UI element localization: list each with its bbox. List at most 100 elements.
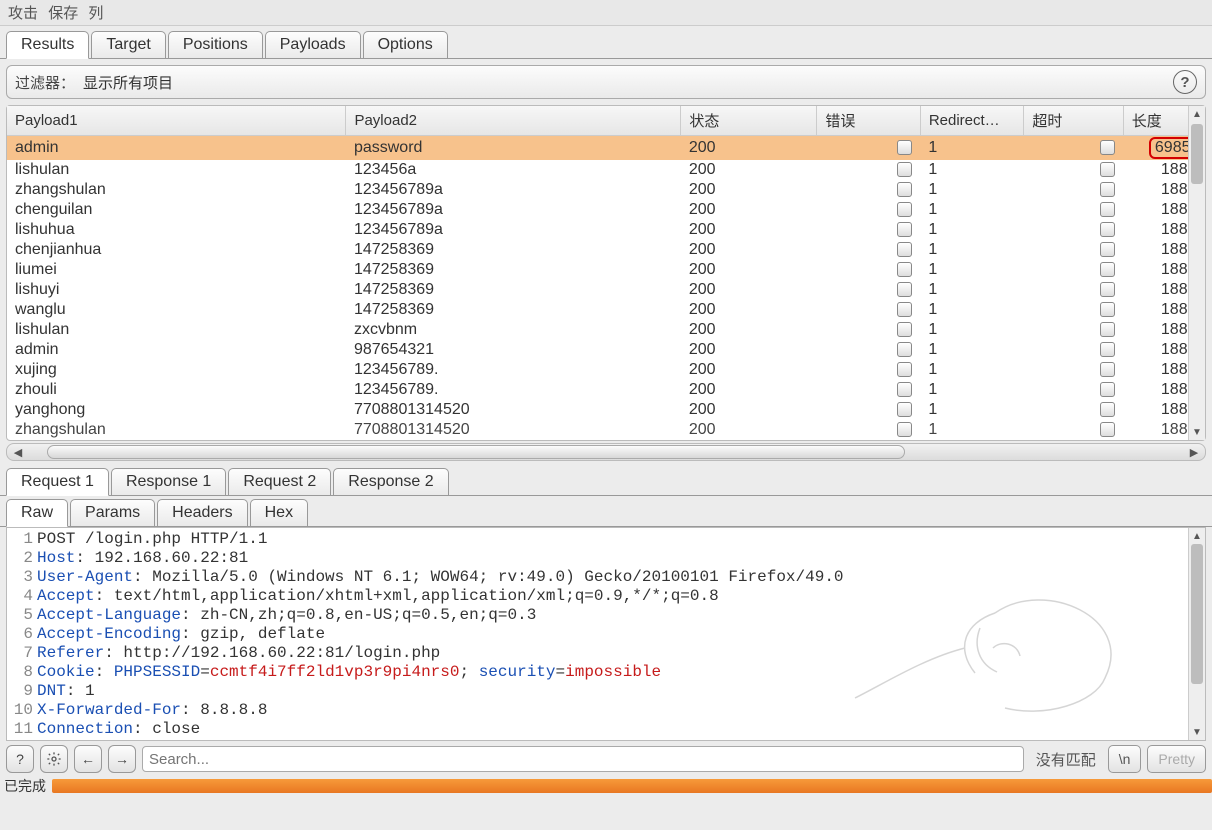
error-checkbox: [897, 162, 912, 177]
timeout-checkbox: [1100, 262, 1115, 277]
tab-hex[interactable]: Hex: [250, 499, 308, 526]
table-vscroll[interactable]: ▲ ▼: [1188, 106, 1205, 440]
col-status[interactable]: 状态: [681, 106, 817, 136]
timeout-checkbox: [1100, 322, 1115, 337]
table-row[interactable]: zhangshulan123456789a20011882: [7, 180, 1205, 200]
table-row[interactable]: adminpassword20016985: [7, 136, 1205, 161]
no-match-label: 没有匹配: [1030, 749, 1102, 770]
scroll-down-icon[interactable]: ▼: [1189, 724, 1205, 740]
error-checkbox: [897, 382, 912, 397]
error-checkbox: [897, 342, 912, 357]
error-checkbox: [897, 402, 912, 417]
timeout-checkbox: [1100, 162, 1115, 177]
pretty-button[interactable]: Pretty: [1147, 745, 1206, 773]
view-tab-strip: RawParamsHeadersHex: [0, 496, 1212, 527]
menu-attack[interactable]: 攻击: [8, 5, 38, 22]
timeout-checkbox: [1100, 202, 1115, 217]
help-button[interactable]: ?: [6, 745, 34, 773]
timeout-checkbox: [1100, 140, 1115, 155]
col-error[interactable]: 错误: [817, 106, 921, 136]
scroll-up-icon[interactable]: ▲: [1189, 528, 1205, 544]
scroll-up-icon[interactable]: ▲: [1189, 106, 1205, 122]
error-checkbox: [897, 422, 912, 437]
table-row[interactable]: lishuhua123456789a20011882: [7, 220, 1205, 240]
code-line: 8Cookie: PHPSESSID=ccmtf4i7ff2ld1vp3r9pi…: [9, 663, 1205, 682]
code-line: 4Accept: text/html,application/xhtml+xml…: [9, 587, 1205, 606]
table-row[interactable]: lishulanzxcvbnm20011882: [7, 320, 1205, 340]
next-match-button[interactable]: →: [108, 745, 136, 773]
gear-icon: [46, 751, 62, 767]
table-hscroll[interactable]: ◀ ▶: [6, 443, 1206, 461]
menu-save[interactable]: 保存: [48, 5, 78, 22]
scroll-down-icon[interactable]: ▼: [1189, 424, 1205, 440]
scroll-right-icon[interactable]: ▶: [1185, 444, 1203, 460]
search-input[interactable]: [142, 746, 1024, 772]
table-row[interactable]: liumei14725836920011882: [7, 260, 1205, 280]
menu-columns[interactable]: 列: [88, 5, 103, 22]
table-row[interactable]: chenguilan123456789a20011882: [7, 200, 1205, 220]
timeout-checkbox: [1100, 382, 1115, 397]
scroll-left-icon[interactable]: ◀: [9, 444, 27, 460]
timeout-checkbox: [1100, 182, 1115, 197]
tab-target[interactable]: Target: [91, 31, 165, 58]
error-checkbox: [897, 362, 912, 377]
table-row[interactable]: admin98765432120011882: [7, 340, 1205, 360]
scroll-thumb[interactable]: [1191, 124, 1203, 184]
status-text: 已完成: [0, 776, 46, 796]
hscroll-thumb[interactable]: [47, 445, 905, 459]
tab-response-2[interactable]: Response 2: [333, 468, 448, 495]
table-row[interactable]: yanghong770880131452020011882: [7, 400, 1205, 420]
code-line: 10X-Forwarded-For: 8.8.8.8: [9, 701, 1205, 720]
filter-bar[interactable]: 过滤器： 显示所有项目 ?: [6, 65, 1206, 99]
main-tab-strip: ResultsTargetPositionsPayloadsOptions: [0, 26, 1212, 59]
tab-headers[interactable]: Headers: [157, 499, 247, 526]
error-checkbox: [897, 222, 912, 237]
table-row[interactable]: zhangshulan770880131452020011882: [7, 420, 1205, 440]
tab-raw[interactable]: Raw: [6, 499, 68, 527]
table-row[interactable]: xujing123456789.20011882: [7, 360, 1205, 380]
error-checkbox: [897, 282, 912, 297]
error-checkbox: [897, 302, 912, 317]
tab-options[interactable]: Options: [363, 31, 448, 58]
scroll-thumb[interactable]: [1191, 544, 1203, 684]
tab-request-1[interactable]: Request 1: [6, 468, 109, 496]
col-payload2[interactable]: Payload2: [346, 106, 681, 136]
tab-results[interactable]: Results: [6, 31, 89, 59]
table-row[interactable]: lishulan123456a20011882: [7, 160, 1205, 180]
timeout-checkbox: [1100, 282, 1115, 297]
timeout-checkbox: [1100, 402, 1115, 417]
timeout-checkbox: [1100, 222, 1115, 237]
timeout-checkbox: [1100, 422, 1115, 437]
col-payload1[interactable]: Payload1: [7, 106, 346, 136]
table-row[interactable]: chenjianhua14725836920011882: [7, 240, 1205, 260]
timeout-checkbox: [1100, 362, 1115, 377]
tab-payloads[interactable]: Payloads: [265, 31, 361, 58]
tab-positions[interactable]: Positions: [168, 31, 263, 58]
prev-match-button[interactable]: ←: [74, 745, 102, 773]
menu-bar: 攻击 保存 列: [0, 0, 1212, 26]
code-line: 1POST /login.php HTTP/1.1: [9, 530, 1205, 549]
error-checkbox: [897, 262, 912, 277]
newline-toggle[interactable]: \n: [1108, 745, 1142, 773]
settings-button[interactable]: [40, 745, 68, 773]
table-row[interactable]: zhouli123456789.20011882: [7, 380, 1205, 400]
filter-label: 过滤器：: [15, 72, 75, 93]
raw-vscroll[interactable]: ▲ ▼: [1188, 528, 1205, 740]
table-row[interactable]: wanglu14725836920011882: [7, 300, 1205, 320]
results-table-wrap: Payload1 Payload2 状态 错误 Redirect… 超时 长度 …: [6, 105, 1206, 441]
results-table[interactable]: Payload1 Payload2 状态 错误 Redirect… 超时 长度 …: [7, 106, 1205, 440]
error-checkbox: [897, 242, 912, 257]
code-line: 6Accept-Encoding: gzip, deflate: [9, 625, 1205, 644]
tab-params[interactable]: Params: [70, 499, 155, 526]
code-line: 3User-Agent: Mozilla/5.0 (Windows NT 6.1…: [9, 568, 1205, 587]
col-redirect[interactable]: Redirect…: [920, 106, 1024, 136]
code-line: 2Host: 192.168.60.22:81: [9, 549, 1205, 568]
col-timeout[interactable]: 超时: [1024, 106, 1123, 136]
table-row[interactable]: lishuyi14725836920011882: [7, 280, 1205, 300]
tab-request-2[interactable]: Request 2: [228, 468, 331, 495]
error-checkbox: [897, 182, 912, 197]
help-button[interactable]: ?: [1173, 70, 1197, 94]
tab-response-1[interactable]: Response 1: [111, 468, 226, 495]
code-line: 12Upgrade-Insecure-Requests: 1: [9, 739, 1205, 741]
raw-viewer[interactable]: 1POST /login.php HTTP/1.12Host: 192.168.…: [6, 527, 1206, 741]
